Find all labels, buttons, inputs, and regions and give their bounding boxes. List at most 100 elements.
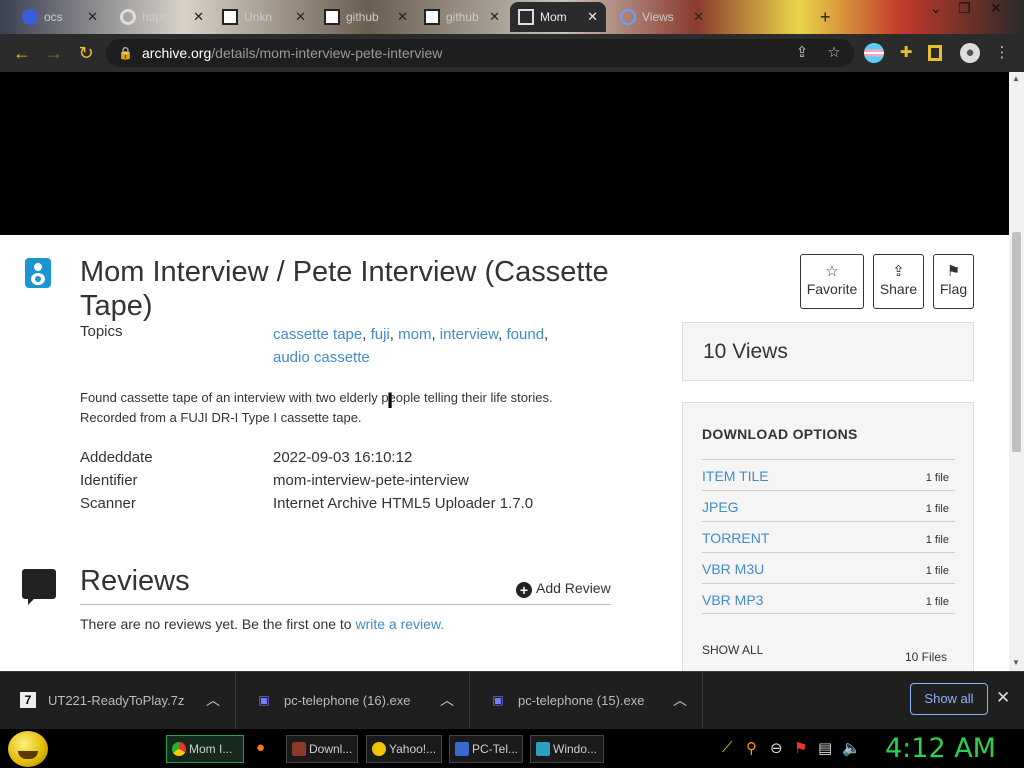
scroll-up-icon[interactable]: ▲ xyxy=(1012,74,1020,83)
telephone-app-icon xyxy=(455,742,469,756)
back-button[interactable]: ← xyxy=(10,41,34,65)
tab-label: github xyxy=(446,10,479,24)
taskbar-item-chrome[interactable]: Mom I... xyxy=(166,735,244,763)
extensions-icon[interactable]: ✚ xyxy=(896,43,916,63)
close-window-icon[interactable]: ✕ xyxy=(990,0,1002,17)
taskbar-item-downloads[interactable]: Downl... xyxy=(286,735,358,763)
account-avatar-icon[interactable]: ● xyxy=(960,43,980,63)
close-tab-icon[interactable]: ✕ xyxy=(489,9,500,25)
new-tab-button[interactable]: + xyxy=(812,2,842,32)
flag-button[interactable]: ⚑ Flag xyxy=(933,254,974,309)
pen-icon[interactable]: ⟋ xyxy=(722,739,733,756)
close-tab-icon[interactable]: ✕ xyxy=(397,9,408,25)
close-tab-icon[interactable]: ✕ xyxy=(87,9,98,25)
exe-file-icon: ▣ xyxy=(492,693,504,707)
topic-link[interactable]: cassette tape xyxy=(273,326,362,343)
download-item[interactable]: 7 UT221-ReadyToPlay.7z ︿ xyxy=(0,672,236,730)
reload-button[interactable]: ↻ xyxy=(74,41,98,65)
taskbar-item-pc-telephone[interactable]: PC-Tel... xyxy=(449,735,523,763)
scroll-down-icon[interactable]: ▼ xyxy=(1012,658,1020,667)
address-bar[interactable]: 🔒 archive.org/details/mom-interview-pete… xyxy=(106,39,854,67)
tab-5[interactable]: github ✕ xyxy=(416,2,508,32)
share-page-icon[interactable]: ⇪ xyxy=(792,43,812,63)
share-label: Share xyxy=(879,281,918,297)
meta-value: mom-interview-pete-interview xyxy=(273,472,469,489)
firefox-icon[interactable]: ● xyxy=(256,739,265,756)
text-cursor-icon: I xyxy=(387,388,394,413)
tab-3[interactable]: Unkn ✕ xyxy=(214,2,314,32)
download-row[interactable]: ITEM TILE 1 file xyxy=(702,459,955,490)
forward-button[interactable]: → xyxy=(42,41,66,65)
download-item[interactable]: ▣ pc-telephone (15).exe ︿ xyxy=(470,672,703,730)
flag-icon[interactable]: ⚑ xyxy=(794,739,807,757)
item-description: Found cassette tape of an interview with… xyxy=(80,388,620,428)
download-format-link[interactable]: VBR M3U xyxy=(702,561,764,577)
meta-value: 2022-09-03 16:10:12 xyxy=(273,449,413,466)
download-format-link[interactable]: TORRENT xyxy=(702,530,769,546)
close-tab-icon[interactable]: ✕ xyxy=(295,9,306,25)
topic-link[interactable]: mom xyxy=(398,326,431,343)
flag-icon: ⚑ xyxy=(946,263,961,280)
topic-link[interactable]: audio cassette xyxy=(273,349,370,366)
tab-active-mom[interactable]: Mom ✕ xyxy=(510,2,606,32)
meta-label: Addeddate xyxy=(80,449,153,466)
download-format-link[interactable]: ITEM TILE xyxy=(702,468,769,484)
bookmark-star-icon[interactable]: ☆ xyxy=(824,43,844,63)
description-line: Recorded from a FUJI DR-I Type I cassett… xyxy=(80,410,362,425)
show-all-downloads-button[interactable]: Show all xyxy=(910,683,988,715)
side-panel-icon[interactable] xyxy=(928,45,942,61)
menu-kebab-icon[interactable]: ⋮ xyxy=(992,43,1012,63)
profile-flag-icon[interactable] xyxy=(864,43,884,63)
download-row[interactable]: JPEG 1 file xyxy=(702,490,955,521)
share-button[interactable]: ⇪ Share xyxy=(873,254,924,309)
tab-label: Views xyxy=(642,10,674,24)
close-downloads-icon[interactable]: ✕ xyxy=(996,688,1010,708)
chevron-up-icon[interactable]: ︿ xyxy=(440,690,454,710)
restore-icon[interactable]: ❐ xyxy=(958,0,971,17)
write-review-link[interactable]: write a review. xyxy=(355,616,444,632)
show-all-link[interactable]: SHOW ALL xyxy=(702,643,763,657)
scrollbar-thumb[interactable] xyxy=(1012,232,1021,452)
download-filename: pc-telephone (15).exe xyxy=(518,693,645,708)
tab-2[interactable]: https ✕ xyxy=(112,2,212,32)
description-line: Found cassette tape of an interview with… xyxy=(80,390,553,405)
add-review-button[interactable]: + Add Review xyxy=(516,580,611,598)
download-format-link[interactable]: JPEG xyxy=(702,499,739,515)
close-tab-icon[interactable]: ✕ xyxy=(587,9,598,25)
media-player[interactable] xyxy=(0,72,1009,235)
archive-icon xyxy=(222,9,238,25)
topic-link[interactable]: found xyxy=(507,326,545,343)
tab-1[interactable]: ocs ✕ xyxy=(14,2,106,32)
topic-link[interactable]: fuji xyxy=(371,326,390,343)
task-label: Yahoo!... xyxy=(389,742,437,756)
close-tab-icon[interactable]: ✕ xyxy=(193,9,204,25)
download-format-link[interactable]: VBR MP3 xyxy=(702,592,763,608)
url-path: /details/mom-interview-pete-interview xyxy=(211,45,443,61)
start-button-smiley-icon[interactable] xyxy=(8,731,48,767)
download-row[interactable]: VBR MP3 1 file xyxy=(702,583,955,614)
archive-icon xyxy=(424,9,440,25)
tab-label: github xyxy=(346,10,379,24)
browser-toolbar: ← → ↻ 🔒 archive.org/details/mom-intervie… xyxy=(0,34,1024,72)
close-tab-icon[interactable]: ✕ xyxy=(693,9,704,25)
topics-list: cassette tape, fuji, mom, interview, fou… xyxy=(273,326,549,366)
download-row[interactable]: TORRENT 1 file xyxy=(702,521,955,552)
volume-icon[interactable]: 🔈 xyxy=(842,739,861,757)
window-app-icon xyxy=(536,742,550,756)
favorite-button[interactable]: ☆ Favorite xyxy=(800,254,864,309)
chevron-up-icon[interactable]: ︿ xyxy=(673,690,687,710)
search-icon[interactable]: ⚲ xyxy=(746,739,757,757)
download-row[interactable]: VBR M3U 1 file xyxy=(702,552,955,583)
chevron-up-icon[interactable]: ︿ xyxy=(206,690,220,710)
tab-4[interactable]: github ✕ xyxy=(316,2,416,32)
minus-circle-icon[interactable]: ⊖ xyxy=(770,739,783,757)
topic-link[interactable]: interview xyxy=(440,326,498,343)
network-icon[interactable]: ▤ xyxy=(818,739,832,757)
download-item[interactable]: ▣ pc-telephone (16).exe ︿ xyxy=(236,672,470,730)
chevron-down-icon[interactable]: ⌄ xyxy=(930,0,942,17)
download-filename: UT221-ReadyToPlay.7z xyxy=(48,693,185,708)
taskbar-item-windows[interactable]: Windo... xyxy=(530,735,604,763)
taskbar-item-yahoo[interactable]: Yahoo!... xyxy=(366,735,442,763)
tab-7[interactable]: Views ✕ xyxy=(612,2,712,32)
meta-label: Identifier xyxy=(80,472,138,489)
